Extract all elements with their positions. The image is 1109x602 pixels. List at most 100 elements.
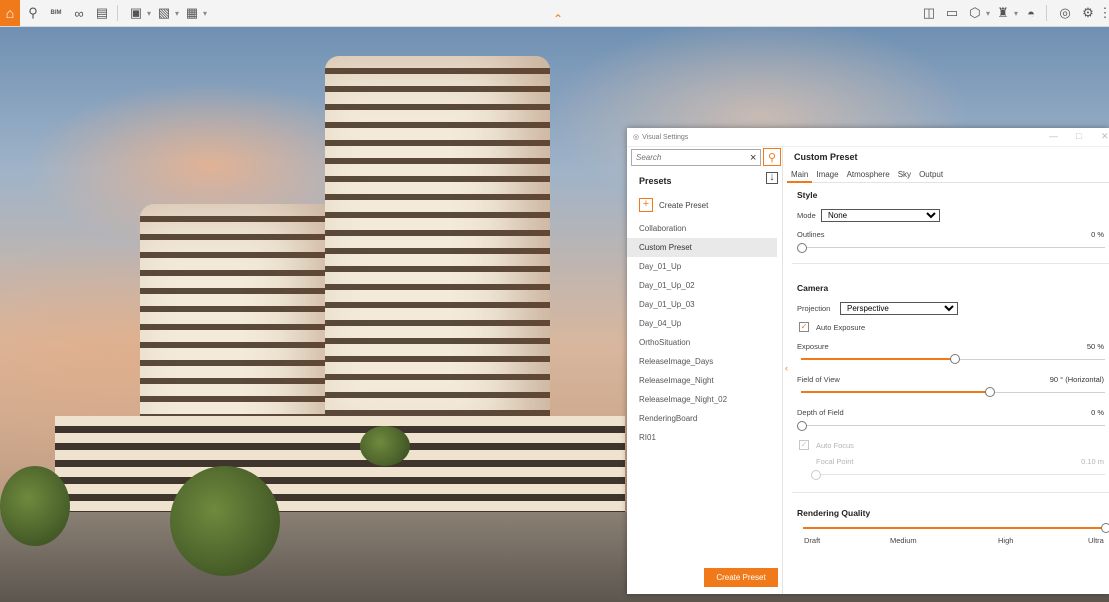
settings-column: Custom Preset Main Image Atmosphere Sky …	[787, 147, 1109, 594]
outlines-slider-handle[interactable]	[797, 243, 807, 253]
exposure-slider-fill	[801, 358, 955, 360]
close-icon[interactable]: ✕	[1101, 131, 1109, 142]
screenshot-icon[interactable]: ▣	[126, 3, 146, 23]
tab-atmosphere[interactable]: Atmosphere	[843, 168, 894, 181]
bim-icon[interactable]: BIM	[46, 3, 66, 23]
bim-label: BIM	[50, 10, 62, 16]
list-item[interactable]: Day_01_Up_02	[627, 276, 777, 295]
mode-label: Mode	[797, 211, 816, 220]
panel-titlebar[interactable]: ◎ Visual Settings	[627, 128, 1109, 147]
auto-exposure-checkbox[interactable]: ✓	[799, 322, 809, 332]
fov-slider-handle[interactable]	[985, 387, 995, 397]
focal-point-label: Focal Point	[816, 457, 854, 466]
maximize-icon[interactable]: □	[1076, 131, 1081, 141]
panel-title: Visual Settings	[642, 133, 689, 141]
projection-label: Projection	[797, 304, 831, 313]
binoculars-icon[interactable]: ∞	[69, 3, 89, 23]
list-item[interactable]: Day_04_Up	[627, 314, 777, 333]
video-export-icon[interactable]: ▦	[182, 3, 202, 23]
auto-focus-checkbox: ✓	[799, 440, 809, 450]
more-icon[interactable]: ⋮	[1099, 3, 1109, 23]
list-item[interactable]: ReleaseImage_Days	[627, 352, 777, 371]
camera-heading: Camera	[797, 283, 829, 293]
chevron-up-icon[interactable]: ⌃	[553, 12, 563, 26]
tree	[360, 426, 410, 466]
create-preset-link[interactable]: + Create Preset	[639, 198, 708, 212]
quality-level-medium[interactable]: Medium	[890, 536, 917, 545]
toolbar-divider	[1046, 5, 1047, 21]
gear-icon[interactable]: ⚙	[1078, 3, 1098, 23]
quality-level-high[interactable]: High	[998, 536, 1013, 545]
home-icon[interactable]: ⌂	[0, 0, 20, 26]
location-pin-icon[interactable]: ⚲	[23, 3, 43, 23]
toolbar-divider	[117, 5, 118, 21]
tab-output[interactable]: Output	[915, 168, 947, 181]
search-input[interactable]	[632, 152, 748, 163]
create-preset-label: Create Preset	[659, 200, 709, 210]
auto-focus-label: Auto Focus	[816, 441, 854, 450]
mode-select[interactable]: None	[821, 209, 940, 222]
section-divider	[792, 263, 1109, 264]
presets-column: × ⚲ Presets ↓ + Create Preset Collaborat…	[627, 147, 783, 594]
visual-settings-icon: ◎	[633, 134, 640, 141]
preset-title: Custom Preset	[794, 152, 858, 162]
outlines-slider-track[interactable]	[801, 247, 1105, 248]
projection-select[interactable]: Perspective	[840, 302, 958, 315]
exposure-label: Exposure	[797, 342, 829, 351]
focal-point-value: 0.10 m	[1081, 457, 1104, 466]
tab-main[interactable]: Main	[787, 168, 813, 183]
tab-sky[interactable]: Sky	[894, 168, 915, 181]
tree	[170, 466, 280, 576]
chevron-down-icon[interactable]: ▾	[203, 9, 207, 18]
list-item[interactable]: RI01	[627, 428, 777, 447]
chevron-down-icon[interactable]: ▾	[986, 9, 990, 18]
style-heading: Style	[797, 190, 818, 200]
monitor-icon[interactable]: ▭	[942, 3, 962, 23]
search-box: ×	[631, 149, 761, 166]
list-item[interactable]: Day_01_Up_03	[627, 295, 777, 314]
search-icon[interactable]: ⚲	[763, 148, 781, 166]
quality-level-draft[interactable]: Draft	[804, 536, 820, 545]
minimize-icon[interactable]: —	[1049, 131, 1058, 141]
import-icon[interactable]: ↓	[766, 172, 778, 184]
book-icon[interactable]: ◫	[919, 3, 939, 23]
fov-slider-fill	[801, 391, 990, 393]
tab-image[interactable]: Image	[812, 168, 842, 181]
rendering-quality-heading: Rendering Quality	[797, 508, 871, 518]
field-of-view-label: Field of View	[797, 375, 840, 384]
clapperboard-icon[interactable]: ▤	[92, 3, 112, 23]
presets-heading: Presets	[639, 176, 672, 186]
chevron-down-icon[interactable]: ▾	[147, 9, 151, 18]
plus-icon: +	[639, 198, 653, 212]
chevron-down-icon[interactable]: ▾	[175, 9, 179, 18]
list-item[interactable]: Custom Preset	[627, 238, 777, 257]
list-item[interactable]: ReleaseImage_Night_02	[627, 390, 777, 409]
list-item[interactable]: ReleaseImage_Night	[627, 371, 777, 390]
quality-level-ultra[interactable]: Ultra	[1088, 536, 1104, 545]
tree	[0, 466, 70, 546]
visual-settings-icon[interactable]: ◎	[1055, 3, 1075, 23]
people-icon[interactable]: ♜	[993, 3, 1013, 23]
section-divider	[792, 492, 1109, 493]
image-export-icon[interactable]: ▧	[154, 3, 174, 23]
outlines-label: Outlines	[797, 230, 825, 239]
helmet-icon[interactable]: ◓	[1021, 3, 1041, 23]
clear-icon[interactable]: ×	[750, 152, 756, 164]
list-item[interactable]: RenderingBoard	[627, 409, 777, 428]
settings-tabs: Main Image Atmosphere Sky Output	[787, 168, 1109, 183]
exposure-slider-handle[interactable]	[950, 354, 960, 364]
list-item[interactable]: OrthoSituation	[627, 333, 777, 352]
cube-icon[interactable]: ⬡	[965, 3, 985, 23]
quality-slider-handle[interactable]	[1101, 523, 1109, 533]
chevron-down-icon[interactable]: ▾	[1014, 9, 1018, 18]
dof-slider-handle[interactable]	[797, 421, 807, 431]
building-tower-right	[325, 56, 550, 456]
create-preset-button[interactable]: Create Preset	[704, 568, 778, 587]
field-of-view-value: 90 ° (Horizontal)	[1049, 375, 1104, 384]
dof-slider-track[interactable]	[801, 425, 1105, 426]
list-item[interactable]: Collaboration	[627, 219, 777, 238]
quality-slider-fill[interactable]	[803, 527, 1105, 529]
auto-exposure-label: Auto Exposure	[816, 323, 866, 332]
focal-point-slider-handle	[811, 470, 821, 480]
list-item[interactable]: Day_01_Up	[627, 257, 777, 276]
